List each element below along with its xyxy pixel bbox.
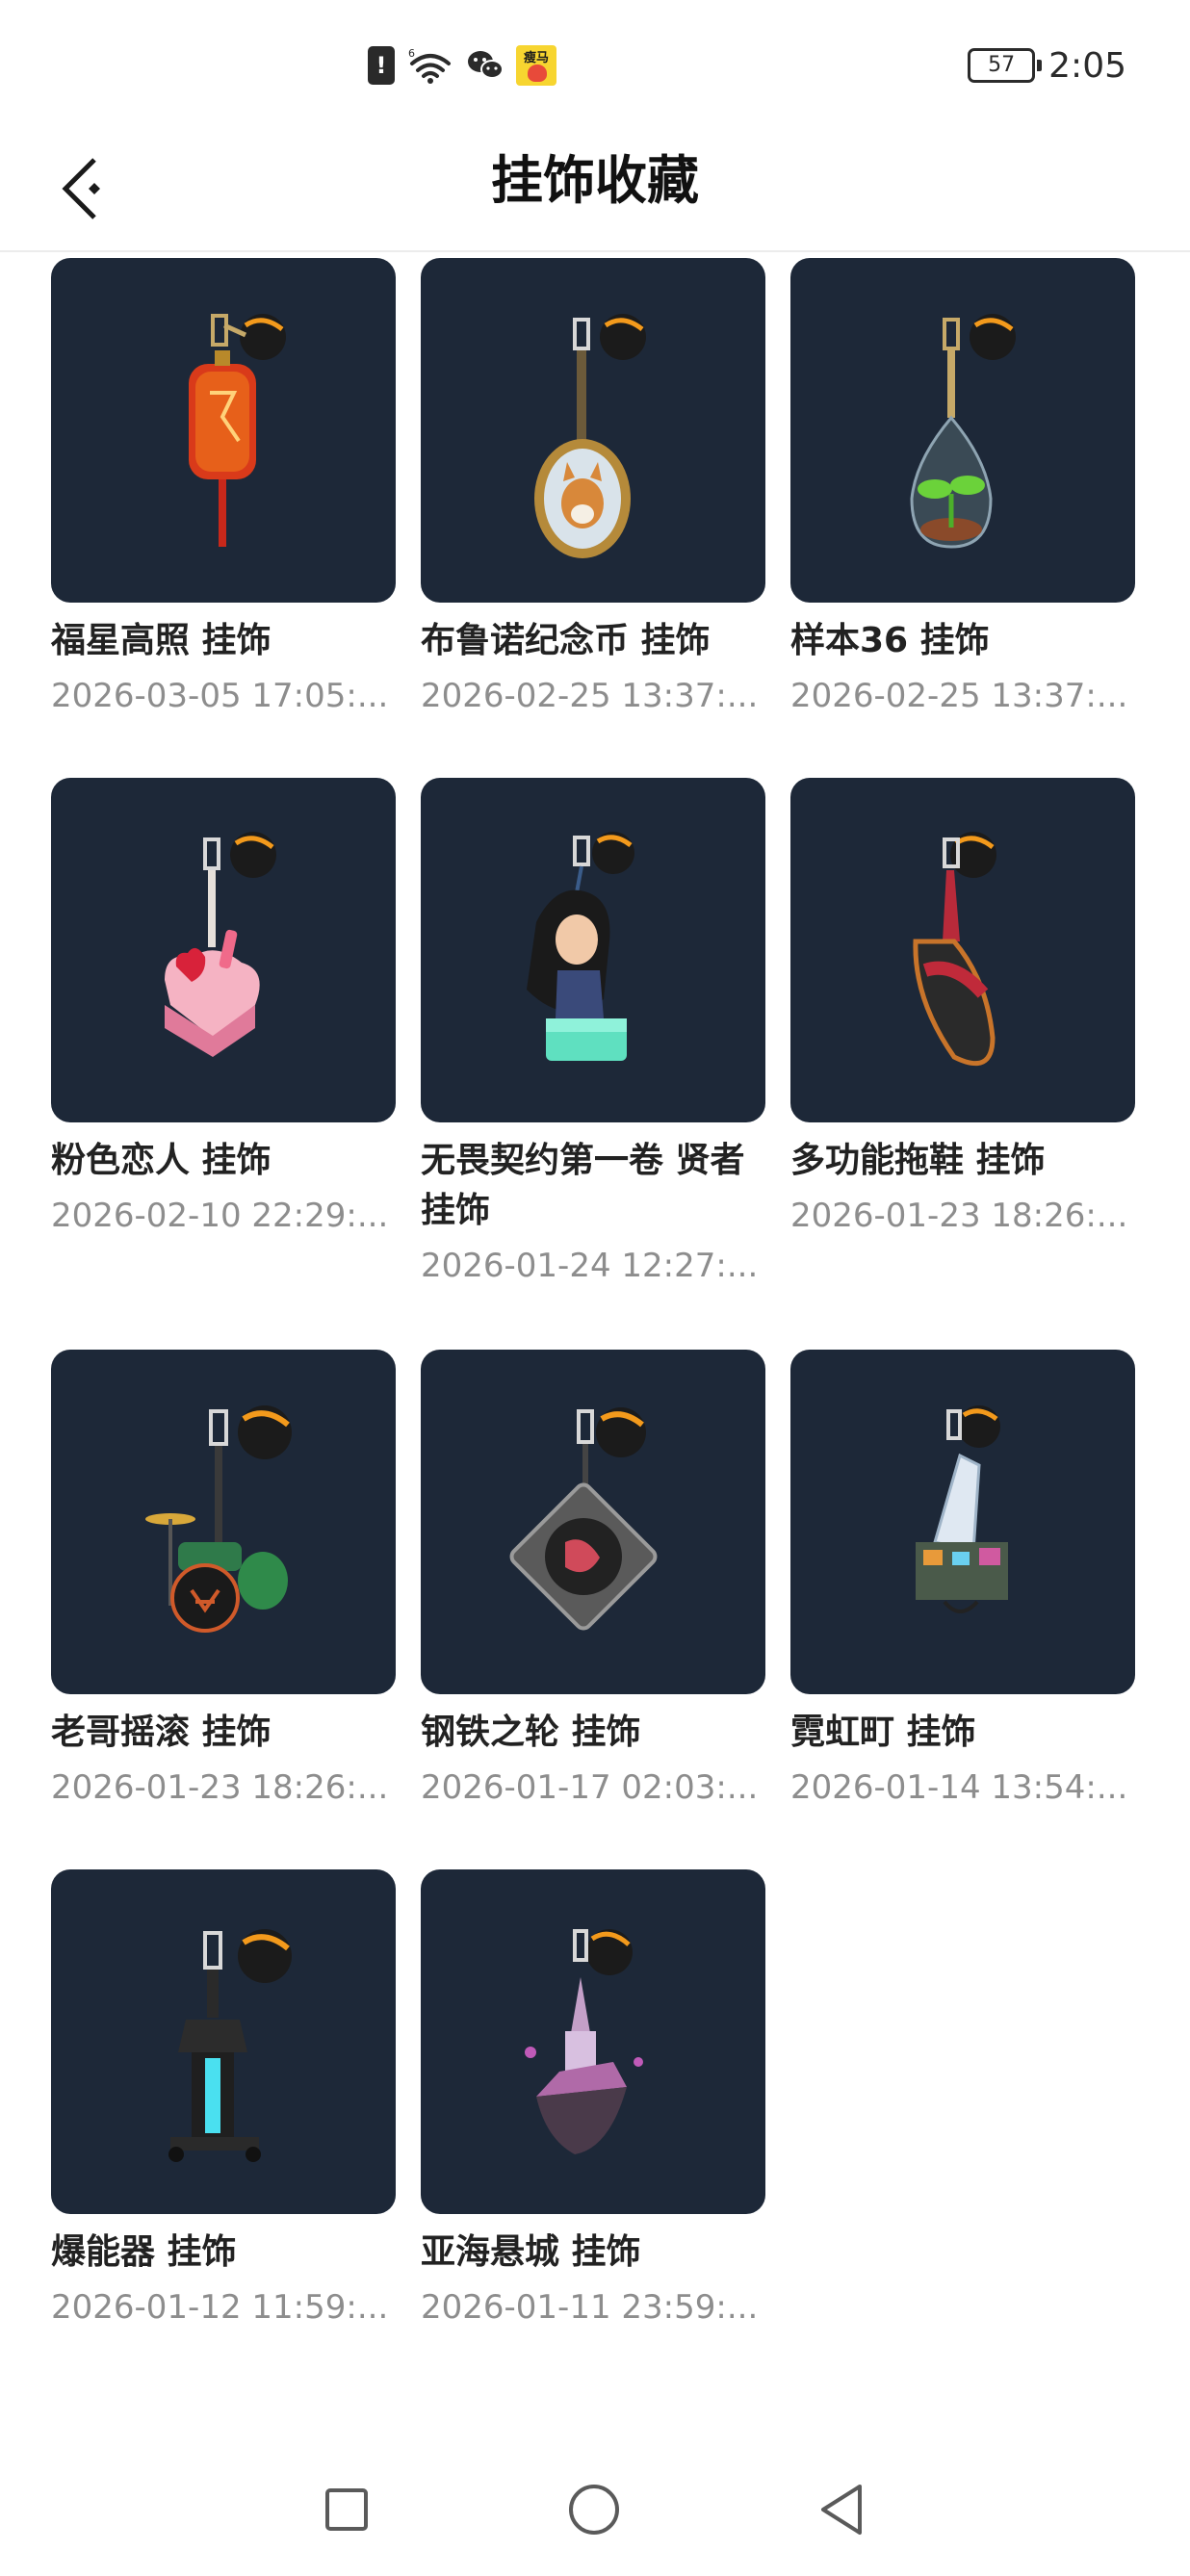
sage-figure-charm-icon [527,832,634,1061]
home-button[interactable] [551,2466,637,2553]
turntable-charm-icon [509,1407,658,1631]
charm-thumbnail [51,1869,396,2214]
charm-card[interactable]: 老哥摇滚 挂饰 2026-01-23 18:26:... [51,1350,396,1810]
page-title: 挂饰收藏 [491,150,699,211]
charm-card[interactable]: 粉色恋人 挂饰 2026-02-10 22:29:... [51,778,396,1238]
charm-date: 2026-02-10 22:29:... [51,1197,389,1235]
triangle-back-icon [821,2485,862,2535]
charm-thumbnail [51,1350,396,1694]
recents-button[interactable] [303,2466,390,2553]
system-nav-bar [0,2445,1190,2576]
charm-name: 爆能器 挂饰 [51,2232,237,2272]
clock: 2:05 [1048,45,1126,86]
charm-thumbnail [51,258,396,603]
charm-date: 2026-01-11 23:59:... [421,2288,759,2327]
charm-name: 霓虹町 挂饰 [790,1713,976,1752]
square-recents-icon [325,2488,368,2531]
blaster-charm-icon [168,1929,292,2162]
charm-date: 2026-01-23 18:26:... [51,1768,389,1807]
charm-name: 福星高照 挂饰 [51,621,272,660]
charm-thumbnail [790,1350,1135,1694]
charm-date: 2026-01-17 02:03:... [421,1768,759,1807]
charm-card[interactable]: 霓虹町 挂饰 2026-01-14 13:54:... [790,1350,1135,1810]
charm-name: 无畏契约第一卷 贤者 挂饰 [421,1141,745,1230]
charm-name: 老哥摇滚 挂饰 [51,1713,272,1752]
status-bar: ! 6 瘦马 57 2:05 [0,0,1190,125]
red-lantern-charm-icon [189,314,286,547]
charm-name: 钢铁之轮 挂饰 [421,1713,641,1752]
charm-card[interactable]: 样本36 挂饰 2026-02-25 13:37:... [790,258,1135,718]
header: 挂饰收藏 [0,125,1190,252]
charm-card[interactable]: 无畏契约第一卷 贤者 挂饰 2026-01-24 12:27:... [421,778,765,1288]
charm-date: 2026-01-14 13:54:... [790,1768,1128,1807]
charm-thumbnail [790,778,1135,1122]
alert-icon: ! [368,46,395,85]
charm-name: 布鲁诺纪念币 挂饰 [421,621,711,660]
floating-island-charm-icon [525,1929,643,2154]
charm-card[interactable]: 多功能拖鞋 挂饰 2026-01-23 18:26:... [790,778,1135,1238]
charm-card[interactable]: 亚海悬城 挂饰 2026-01-11 23:59:... [421,1869,765,2330]
pink-heart-cake-charm-icon [165,832,276,1057]
charm-date: 2026-02-25 13:37:... [421,677,759,715]
charm-date: 2026-01-23 18:26:... [790,1197,1128,1235]
charm-name: 亚海悬城 挂饰 [421,2232,641,2272]
charm-thumbnail [421,1869,765,2214]
terrarium-sprout-charm-icon [910,314,1016,549]
charm-thumbnail [51,778,396,1122]
charm-name: 样本36 挂饰 [790,621,990,660]
charm-date: 2026-02-25 13:37:... [790,677,1128,715]
drum-kit-charm-icon [145,1405,292,1633]
charm-date: 2026-01-12 11:59:... [51,2288,389,2327]
neon-city-charm-icon [916,1405,1008,1613]
wechat-icon [468,51,504,79]
app-badge-icon: 瘦马 [516,45,556,86]
charm-thumbnail [421,258,765,603]
charm-date: 2026-01-24 12:27:... [421,1247,759,1285]
charm-card[interactable]: 爆能器 挂饰 2026-01-12 11:59:... [51,1869,396,2330]
status-icons: ! 6 瘦马 [368,44,556,87]
charm-card[interactable]: 福星高照 挂饰 2026-03-05 17:05:... [51,258,396,718]
charm-name: 粉色恋人 挂饰 [51,1141,272,1180]
status-right: 57 2:05 [968,40,1126,90]
slipper-charm-icon [913,832,996,1067]
battery-icon: 57 [968,48,1043,83]
nav-back-button[interactable] [799,2466,886,2553]
circle-home-icon [569,2485,619,2535]
app-badge-label: 瘦马 [523,51,549,65]
charm-card[interactable]: 钢铁之轮 挂饰 2026-01-17 02:03:... [421,1350,765,1810]
wifi-icon: 6 [408,47,451,84]
signal-label: 6 [408,47,415,60]
corgi-coin-charm-icon [534,314,646,558]
charm-thumbnail [421,1350,765,1694]
back-arrow-icon [62,158,100,219]
charm-card[interactable]: 布鲁诺纪念币 挂饰 2026-02-25 13:37:... [421,258,765,718]
back-button[interactable] [42,142,119,235]
charm-name: 多功能拖鞋 挂饰 [790,1141,1046,1180]
charm-thumbnail [421,778,765,1122]
charm-date: 2026-03-05 17:05:... [51,677,389,715]
charm-thumbnail [790,258,1135,603]
